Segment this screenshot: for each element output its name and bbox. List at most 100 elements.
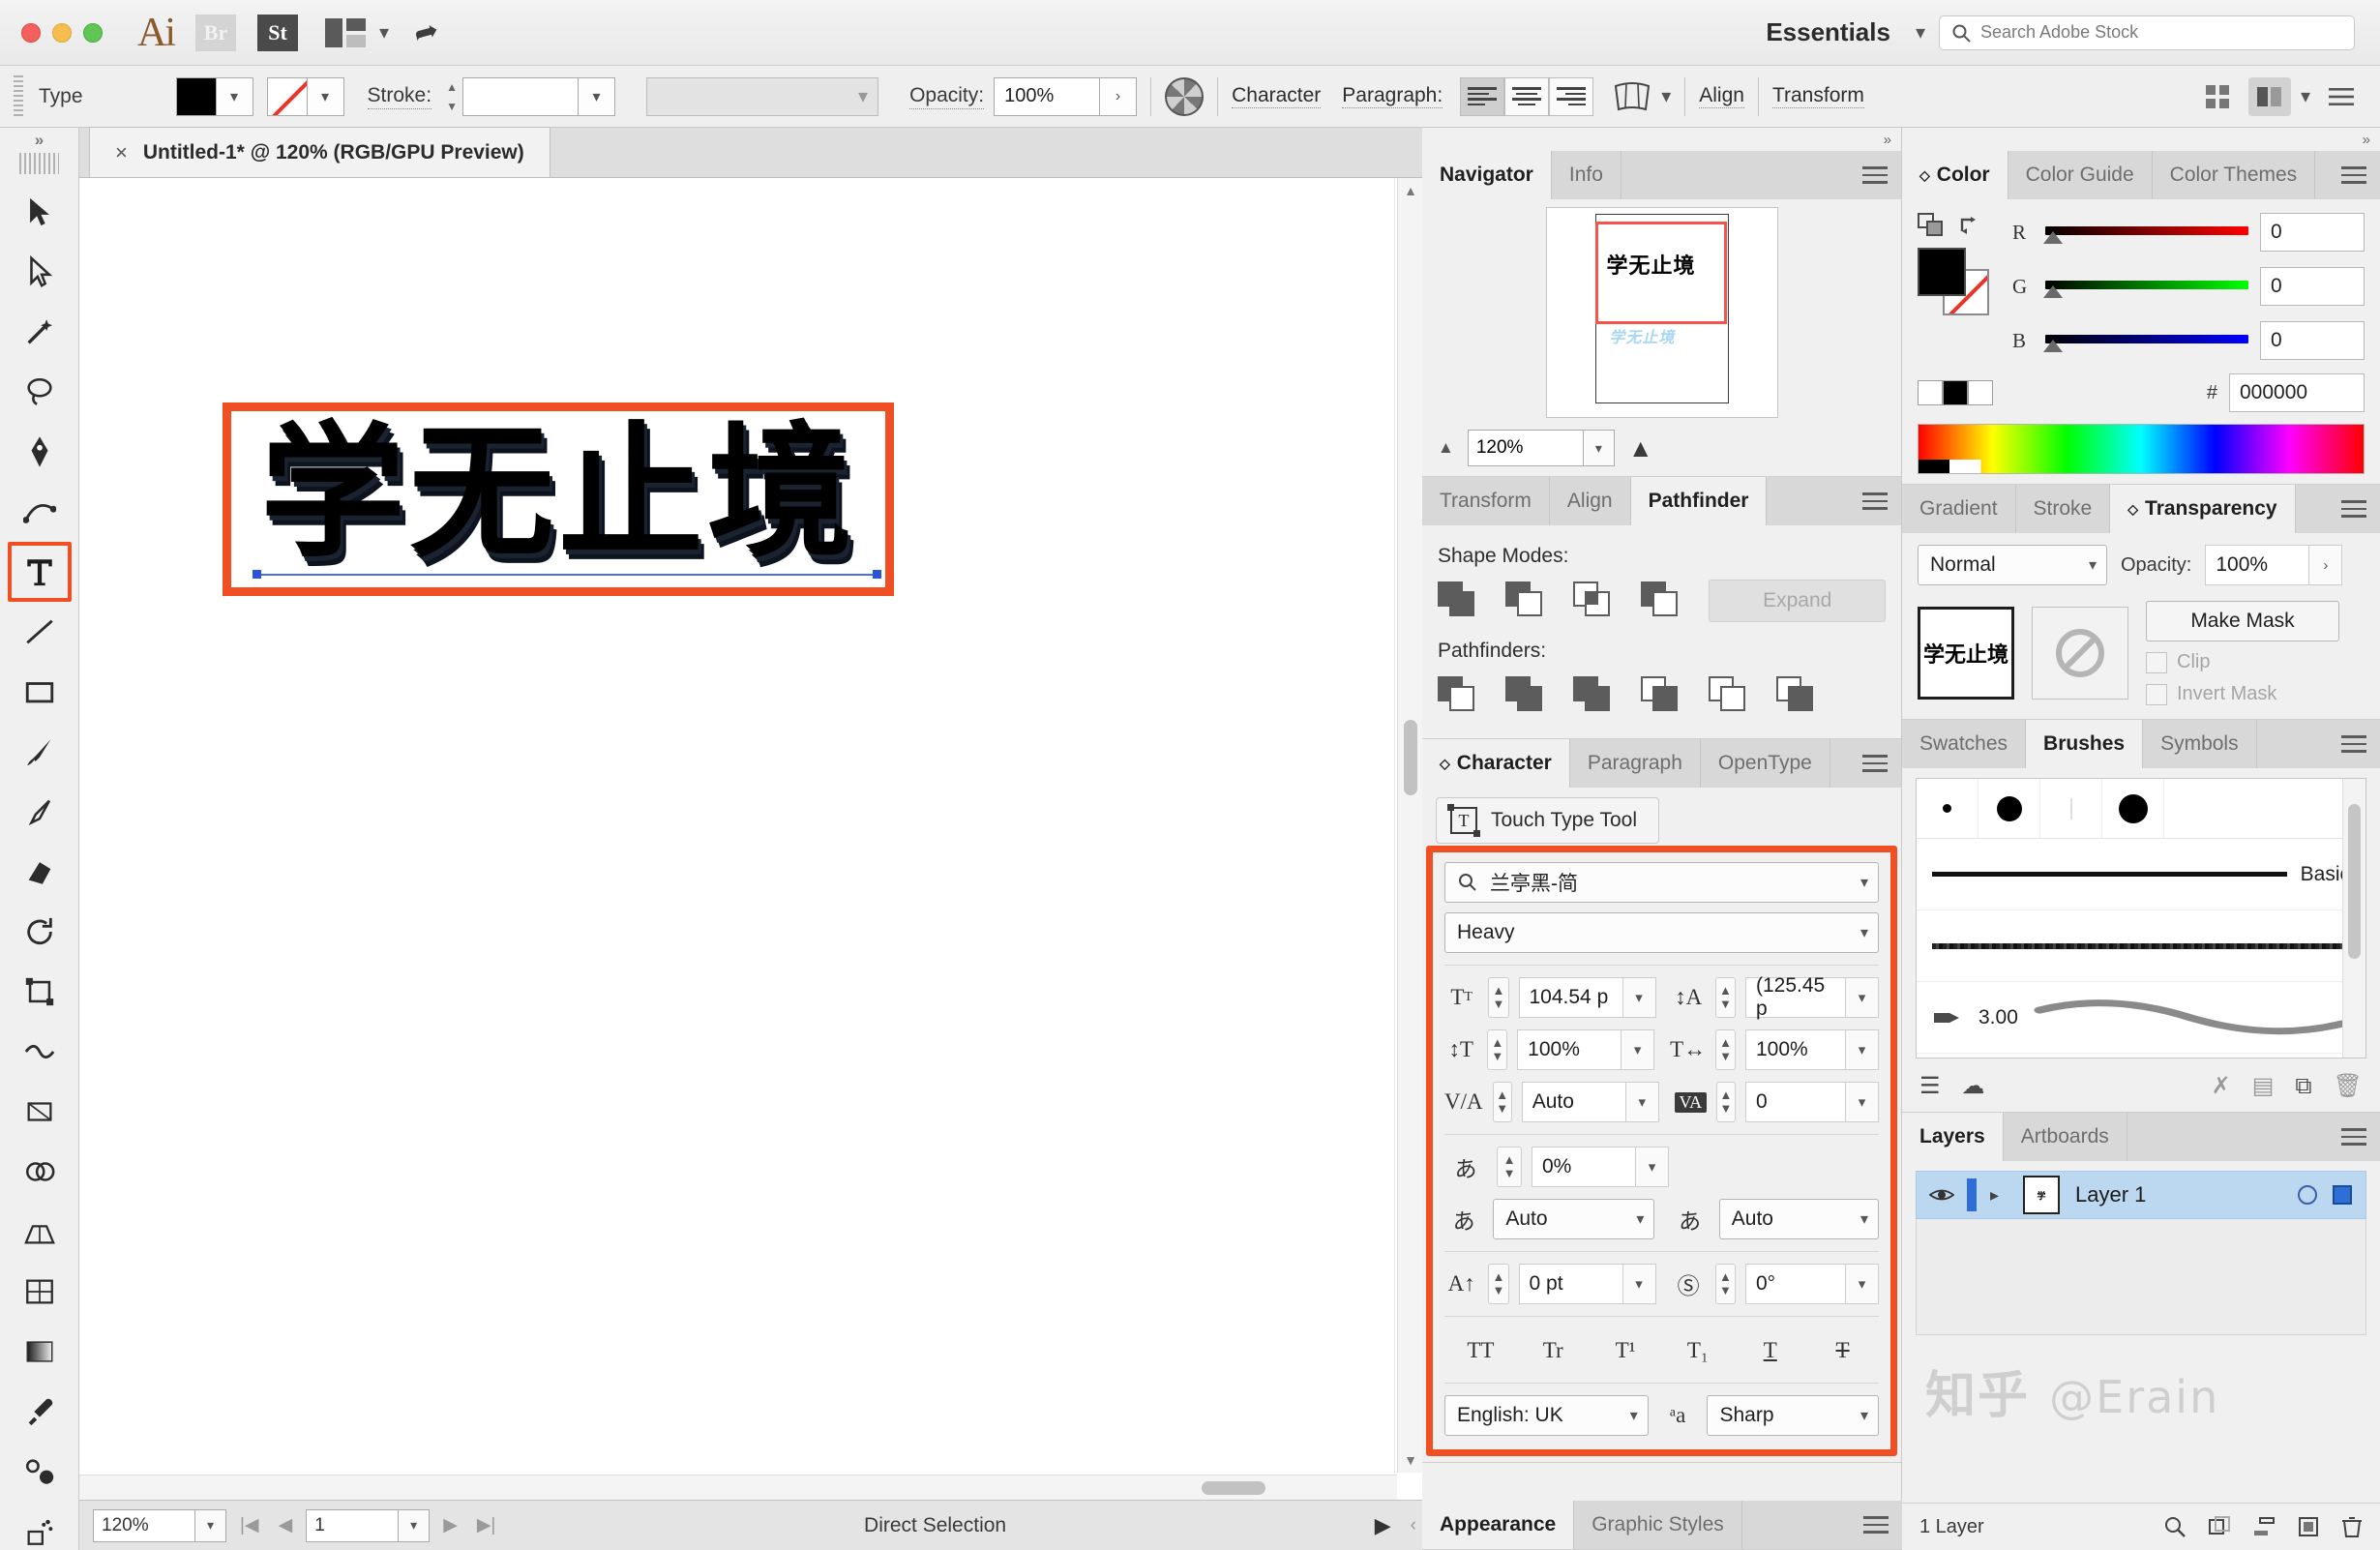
tab-navigator[interactable]: Navigator: [1422, 151, 1552, 199]
red-value-input[interactable]: 0: [2260, 213, 2365, 252]
green-slider-track[interactable]: [2043, 280, 2248, 298]
baseline-node-end[interactable]: [873, 570, 881, 579]
clip-checkbox[interactable]: [2146, 651, 2167, 673]
layers-menu-icon[interactable]: [2341, 1128, 2366, 1146]
zoom-level-input[interactable]: 120%: [93, 1508, 195, 1542]
brush-thin-line[interactable]: [2040, 779, 2102, 838]
envelope-chevron-icon[interactable]: ▾: [1661, 84, 1671, 108]
tab-symbols[interactable]: Symbols: [2143, 720, 2257, 768]
tracking-dropdown[interactable]: ▾: [1845, 1082, 1879, 1122]
tab-appearance[interactable]: Appearance: [1422, 1501, 1575, 1549]
vertical-scale-dropdown[interactable]: ▾: [1621, 1029, 1655, 1070]
arrange-chevron-icon[interactable]: ▾: [2301, 84, 2310, 108]
trim-button[interactable]: [1505, 674, 1552, 717]
divide-button[interactable]: [1438, 674, 1484, 717]
language-select[interactable]: English: UK ▾: [1444, 1395, 1649, 1436]
toolbar-grip[interactable]: [19, 153, 59, 174]
none-swatch[interactable]: [1918, 380, 1943, 405]
font-family-select[interactable]: 兰亭黑-简 ▾: [1444, 862, 1879, 903]
navigator-zoom-dropdown[interactable]: ▾: [1583, 430, 1615, 466]
color-spectrum-bar[interactable]: [1918, 424, 2365, 474]
unite-button[interactable]: [1438, 580, 1482, 622]
artboard-number-input[interactable]: 1: [306, 1508, 400, 1542]
arrange-grid-icon[interactable]: [2196, 77, 2239, 116]
symbol-sprayer-tool[interactable]: [0, 1502, 79, 1550]
kerning-dropdown[interactable]: ▾: [1625, 1082, 1659, 1122]
right-aki-chevron-icon[interactable]: ▾: [1860, 1209, 1868, 1229]
minimize-window-button[interactable]: [52, 22, 72, 43]
close-document-icon[interactable]: ×: [115, 140, 128, 165]
stroke-weight-input[interactable]: [462, 76, 580, 116]
red-slider-knob[interactable]: [2043, 230, 2063, 244]
color-menu-icon[interactable]: [2341, 166, 2366, 184]
left-aki-select[interactable]: Auto ▾: [1493, 1199, 1655, 1239]
blend-mode-select[interactable]: Normal ▾: [1918, 545, 2107, 585]
swap-fill-stroke-icon[interactable]: [1958, 214, 1983, 237]
transparency-opacity-field[interactable]: 100% ›: [2205, 545, 2343, 585]
perspective-grid-tool[interactable]: [0, 1202, 79, 1262]
brush-libraries-icon[interactable]: ☰: [1919, 1072, 1941, 1100]
stroke-color-swatch[interactable]: [266, 76, 308, 116]
zoom-level-dropdown[interactable]: ▾: [195, 1508, 226, 1542]
width-tool[interactable]: [0, 1022, 79, 1082]
recolor-artwork-icon[interactable]: [1165, 76, 1205, 116]
character-panel-link[interactable]: Character: [1232, 84, 1322, 108]
horizontal-scale-stepper[interactable]: ▲ ▼: [1715, 1029, 1736, 1070]
selection-tool[interactable]: [0, 182, 79, 242]
menu-list-icon[interactable]: [2320, 77, 2363, 116]
canvas-horizontal-scrollbar[interactable]: [79, 1475, 1397, 1500]
dock-collapse-handle[interactable]: »: [1422, 128, 1901, 151]
new-layer-icon[interactable]: [2297, 1515, 2320, 1538]
chevron-down-icon[interactable]: ▾: [379, 20, 389, 45]
opacity-input[interactable]: 100%: [994, 76, 1101, 116]
status-menu-icon[interactable]: ▶: [1369, 1513, 1397, 1538]
new-brush-icon[interactable]: ⧉: [2295, 1073, 2311, 1100]
font-family-chevron-icon[interactable]: ▾: [1860, 873, 1868, 892]
arrange-two-column-icon[interactable]: [2247, 76, 2291, 116]
vertical-scale-stepper[interactable]: ▲ ▼: [1487, 1029, 1508, 1070]
character-rotation-field[interactable]: 0° ▾: [1745, 1264, 1879, 1304]
tab-layers[interactable]: Layers: [1902, 1113, 2004, 1161]
transparency-mask-thumbnail[interactable]: [2032, 607, 2128, 700]
brush-dot-medium[interactable]: [1978, 779, 2040, 838]
brush-options-icon[interactable]: ▤: [2252, 1072, 2275, 1100]
align-panel-link[interactable]: Align: [1699, 84, 1744, 108]
make-mask-button[interactable]: Make Mask: [2146, 601, 2339, 641]
tracking-value[interactable]: 0: [1744, 1082, 1846, 1122]
canvas-area[interactable]: 学无止境 ▲ ▼: [79, 178, 1422, 1500]
fill-color-swatch[interactable]: [175, 76, 217, 116]
brush-pattern-row[interactable]: [1917, 1054, 2365, 1058]
green-value-input[interactable]: 0: [2260, 267, 2365, 306]
font-size-dropdown[interactable]: ▾: [1622, 977, 1656, 1018]
layer-select-indicator[interactable]: [2333, 1185, 2352, 1205]
small-caps-button[interactable]: Tr: [1517, 1330, 1590, 1371]
tracking-stepper[interactable]: ▲ ▼: [1715, 1082, 1736, 1122]
gradient-tool[interactable]: [0, 1322, 79, 1382]
horizontal-scroll-thumb[interactable]: [1202, 1481, 1265, 1495]
brushes-menu-icon[interactable]: [2341, 735, 2366, 753]
blue-slider-knob[interactable]: [2043, 339, 2063, 352]
brush-list[interactable]: Basic 3.00: [1916, 778, 2366, 1058]
quick-swatches[interactable]: [1918, 380, 1993, 405]
appearance-menu-icon[interactable]: [1863, 1516, 1889, 1534]
vertical-scale-field[interactable]: 100% ▾: [1517, 1029, 1655, 1070]
close-window-button[interactable]: [21, 22, 41, 43]
align-right-button[interactable]: [1549, 76, 1594, 116]
transparency-artwork-thumbnail[interactable]: 学无止境: [1918, 607, 2014, 700]
type-tool[interactable]: [8, 542, 72, 602]
leading-field[interactable]: (125.45 p ▾: [1745, 974, 1879, 1020]
dock-right-collapse-handle[interactable]: »: [1902, 128, 2380, 151]
first-artboard-icon[interactable]: |◀: [234, 1514, 265, 1536]
pen-tool[interactable]: [0, 422, 79, 482]
minus-front-button[interactable]: [1505, 580, 1550, 622]
transparency-opacity-value[interactable]: 100%: [2205, 545, 2310, 585]
eyedropper-tool[interactable]: [0, 1382, 79, 1442]
tab-transparency[interactable]: ◇ Transparency: [2110, 485, 2296, 533]
opacity-options-button[interactable]: ›: [1100, 76, 1138, 116]
intersect-button[interactable]: [1573, 580, 1618, 622]
zoom-out-icon[interactable]: ▲: [1438, 438, 1454, 458]
pathfinder-menu-icon[interactable]: [1862, 492, 1888, 510]
delete-layer-icon[interactable]: [2341, 1515, 2363, 1538]
fill-indicator[interactable]: [1918, 248, 1966, 296]
previous-artboard-icon[interactable]: ◀: [273, 1514, 299, 1536]
